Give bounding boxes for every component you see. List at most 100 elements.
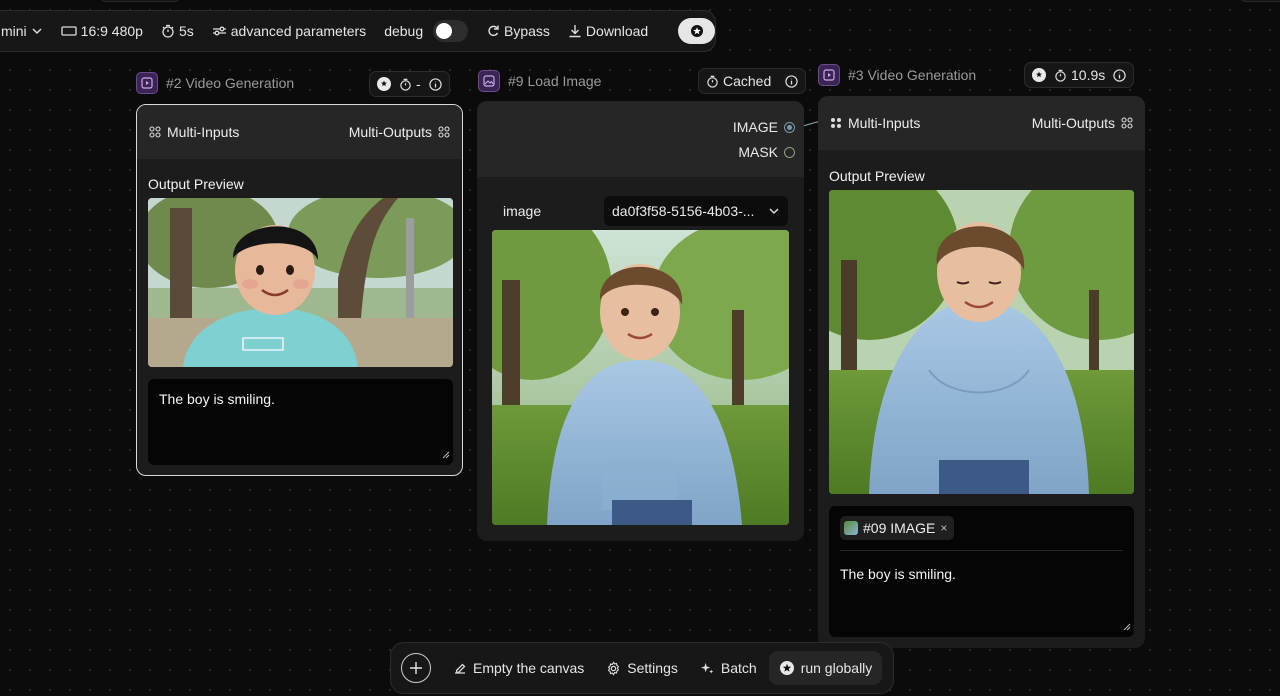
- toolbar-edge-decoration: [100, 0, 180, 2]
- input-reference-chip[interactable]: #09 IMAGE ×: [840, 516, 955, 540]
- port-label: MASK: [738, 144, 778, 160]
- multi-outputs-label: Multi-Outputs: [1031, 115, 1115, 131]
- loaded-image-preview[interactable]: [492, 230, 789, 525]
- output-preview-image[interactable]: [148, 198, 453, 367]
- multi-inputs-label: Multi-Inputs: [848, 115, 921, 131]
- chevron-down-icon: [31, 25, 43, 37]
- info-icon[interactable]: [428, 77, 442, 91]
- node-title-load-image-9[interactable]: #9 Load Image: [478, 70, 601, 92]
- multi-inputs-label: Multi-Inputs: [167, 124, 240, 140]
- node-io-header: Multi-Inputs Multi-Outputs: [137, 105, 462, 159]
- multi-outputs[interactable]: Multi-Outputs: [349, 124, 450, 140]
- debug-control: debug: [384, 23, 423, 39]
- output-port-image[interactable]: IMAGE: [733, 119, 795, 135]
- duration-label: 5s: [178, 23, 194, 39]
- cache-status-label: Cached: [723, 73, 772, 89]
- node-io-header: Multi-Inputs Multi-Outputs: [818, 96, 1145, 150]
- grid-dots-icon: [1121, 117, 1133, 129]
- resize-handle-icon[interactable]: [1123, 618, 1131, 634]
- run-node-icon[interactable]: [1032, 68, 1046, 82]
- bypass-button[interactable]: Bypass: [486, 23, 550, 39]
- port-label: IMAGE: [732, 119, 778, 135]
- model-label: mini: [1, 23, 27, 39]
- output-preview-image[interactable]: [829, 190, 1134, 494]
- node-title-video-generation-3[interactable]: #3 Video Generation: [818, 64, 976, 86]
- resize-handle-icon[interactable]: [442, 446, 450, 462]
- image-file-select[interactable]: da0f3f58-5156-4b03-...: [604, 196, 788, 226]
- chip: #09 IMAGE ×: [840, 516, 955, 540]
- node-title-label: #2 Video Generation: [166, 75, 295, 91]
- timer-icon: [706, 75, 719, 88]
- bottom-toolbar: Empty the canvas Settings Batch run glob…: [390, 642, 894, 694]
- multi-outputs[interactable]: Multi-Outputs: [1032, 115, 1133, 131]
- duration-selector[interactable]: 5s: [161, 23, 194, 39]
- node-status-pill: 10.9s: [1024, 62, 1135, 88]
- batch-label: Batch: [720, 660, 757, 676]
- gear-icon: [606, 660, 621, 676]
- prompt-editor[interactable]: #09 IMAGE × The boy is smiling.: [829, 506, 1134, 637]
- plus-icon: [409, 661, 423, 675]
- advanced-parameters-label: advanced parameters: [230, 23, 367, 39]
- toggle-knob: [436, 23, 453, 39]
- bypass-label: Bypass: [504, 23, 550, 39]
- multi-inputs[interactable]: Multi-Inputs: [830, 115, 920, 131]
- video-node-icon: [136, 72, 158, 94]
- image-thumbnail-icon: [844, 521, 858, 535]
- prompt-textarea[interactable]: The boy is smiling.: [148, 379, 453, 465]
- output-port-mask[interactable]: MASK: [738, 144, 795, 160]
- grid-dots-icon: [438, 126, 450, 138]
- empty-canvas-button[interactable]: Empty the canvas: [453, 660, 584, 676]
- download-button[interactable]: Download: [568, 23, 648, 39]
- divider: [840, 550, 1123, 551]
- run-globally-button[interactable]: run globally: [768, 651, 883, 685]
- node-title-video-generation-2[interactable]: #2 Video Generation: [136, 72, 294, 94]
- node-title-label: #9 Load Image: [508, 73, 602, 89]
- screen-icon: [61, 25, 77, 37]
- node-card-load-image-9[interactable]: IMAGE MASK image da0f3f58-5156-4b03-...: [477, 101, 804, 541]
- image-file-value: da0f3f58-5156-4b03-...: [612, 203, 755, 219]
- settings-button[interactable]: Settings: [606, 660, 678, 676]
- node-timer: -: [399, 76, 421, 92]
- run-node-icon[interactable]: [377, 77, 391, 91]
- timer-value: -: [416, 76, 421, 92]
- info-icon[interactable]: [785, 74, 798, 88]
- run-button[interactable]: [678, 18, 715, 44]
- node-card-video-generation-2[interactable]: Multi-Inputs Multi-Outputs Output Previe…: [136, 104, 463, 476]
- multi-inputs[interactable]: Multi-Inputs: [149, 124, 239, 140]
- add-node-button[interactable]: [401, 653, 431, 683]
- download-label: Download: [585, 23, 649, 39]
- chevron-down-icon: [768, 205, 780, 217]
- output-preview-label: Output Preview: [829, 168, 925, 184]
- image-field-label: image: [503, 203, 542, 219]
- info-icon[interactable]: [1113, 68, 1126, 82]
- aspect-label: 16:9 480p: [80, 23, 143, 39]
- top-toolbar: mini 16:9 480p 5s advanced parameters de…: [0, 10, 716, 52]
- advanced-parameters-button[interactable]: advanced parameters: [212, 23, 366, 39]
- node-status-pill: Cached: [698, 68, 807, 94]
- port-connector-icon: [784, 146, 795, 158]
- node-card-video-generation-3[interactable]: Multi-Inputs Multi-Outputs Output Previe…: [818, 96, 1145, 648]
- grid-dots-icon: [149, 126, 161, 138]
- run-globally-label: run globally: [800, 660, 873, 676]
- download-icon: [568, 24, 582, 38]
- timer-icon: [399, 78, 412, 91]
- prompt-text: The boy is smiling.: [159, 391, 275, 407]
- run-icon: [779, 660, 795, 676]
- chip-label: #09 IMAGE: [863, 520, 936, 536]
- timer-icon: [1054, 69, 1067, 82]
- node-timer: 10.9s: [1054, 67, 1105, 83]
- debug-toggle[interactable]: [433, 20, 468, 42]
- debug-label: debug: [384, 23, 424, 39]
- close-icon[interactable]: ×: [940, 521, 947, 535]
- timer-value: 10.9s: [1071, 67, 1106, 83]
- sliders-icon: [212, 25, 227, 37]
- batch-button[interactable]: Batch: [700, 660, 757, 676]
- aspect-selector[interactable]: 16:9 480p: [61, 23, 143, 39]
- empty-canvas-label: Empty the canvas: [473, 660, 585, 676]
- multi-outputs-label: Multi-Outputs: [348, 124, 432, 140]
- timer-icon: [161, 24, 175, 38]
- model-selector[interactable]: mini: [1, 23, 43, 39]
- node-cache-status: Cached: [706, 73, 771, 89]
- prompt-text: The boy is smiling.: [840, 566, 956, 582]
- toolbar-edge-decoration: [1240, 0, 1280, 2]
